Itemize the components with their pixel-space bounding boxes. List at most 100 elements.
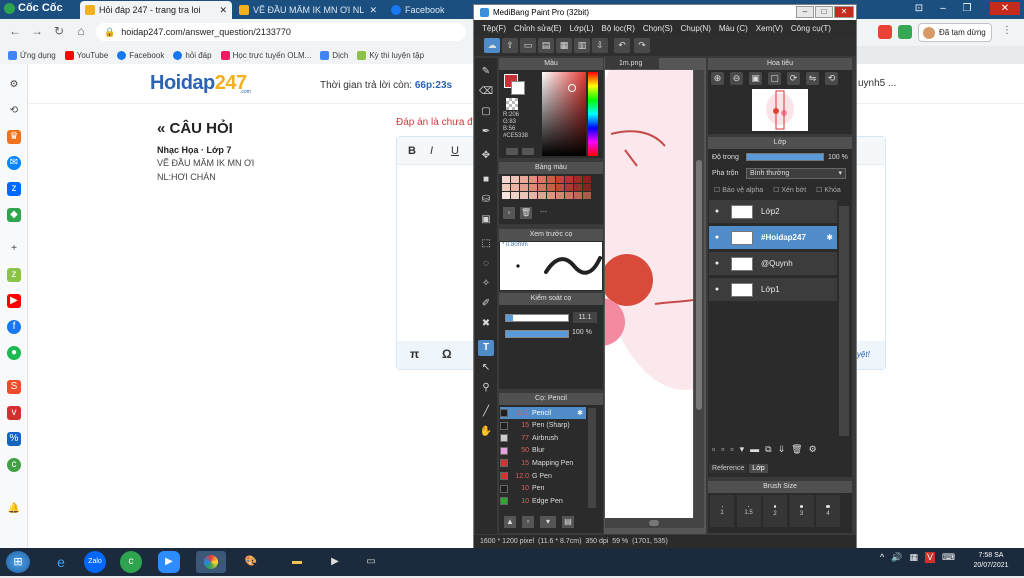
start-button[interactable]: ⊞ bbox=[6, 551, 30, 573]
canvas-horizontal-scrollbar[interactable] bbox=[605, 518, 704, 528]
palette-swatch[interactable] bbox=[583, 184, 591, 191]
delete-palette-icon[interactable]: 🗑 bbox=[520, 207, 532, 219]
brush-menu-icon[interactable]: ▾ bbox=[540, 516, 556, 528]
brush-size-preset[interactable]: 4 bbox=[816, 495, 840, 527]
eyedropper-icon[interactable]: ⚲ bbox=[478, 380, 494, 396]
url-input[interactable]: 🔒 hoidap247.com/answer_question/2133770 bbox=[96, 23, 466, 41]
canvas-vertical-scrollbar[interactable] bbox=[694, 70, 704, 518]
tab-hoidap[interactable]: Hỏi đáp 247 - trang tra loi ✕ bbox=[80, 1, 232, 19]
messenger-icon[interactable]: ✉ bbox=[7, 156, 21, 170]
music-icon[interactable]: ● bbox=[7, 346, 21, 360]
add-brush-icon[interactable]: ▫ bbox=[522, 516, 534, 528]
gear-icon[interactable]: ✱ bbox=[826, 233, 837, 242]
settings-icon[interactable]: ⚙ bbox=[7, 78, 21, 92]
gradient-tool-icon[interactable]: ▣ bbox=[478, 212, 494, 228]
new-halftone-layer-icon[interactable]: ▫ bbox=[721, 444, 724, 455]
palette-swatch[interactable] bbox=[565, 176, 573, 183]
eye-icon[interactable]: ● bbox=[709, 234, 725, 241]
palette-swatch[interactable] bbox=[511, 192, 519, 199]
delete-layer-icon[interactable]: 🗑 bbox=[791, 444, 802, 455]
lasso-tool-icon[interactable]: ◌ bbox=[478, 256, 494, 272]
promo-icon[interactable]: % bbox=[7, 432, 21, 446]
pen-tool-icon[interactable]: ✒ bbox=[478, 124, 494, 140]
media-taskbar-icon[interactable]: ▶ bbox=[320, 551, 350, 573]
coccoc-taskbar-icon[interactable]: c bbox=[120, 551, 142, 573]
chat-icon[interactable]: ▤ bbox=[538, 38, 554, 53]
brush-size-slider[interactable] bbox=[505, 314, 569, 322]
brush-item[interactable]: 11.1 Pencil ✱ bbox=[500, 407, 586, 419]
crown-icon[interactable]: ♛ bbox=[7, 130, 21, 144]
tray-expand-icon[interactable]: ^ bbox=[880, 552, 884, 563]
taskbar-clock[interactable]: 7:58 SA 20/07/2021 bbox=[962, 551, 1020, 571]
palette-swatch[interactable] bbox=[529, 192, 537, 199]
brush-item[interactable]: 12.0 G Pen bbox=[500, 470, 586, 482]
palette-swatch[interactable] bbox=[574, 192, 582, 199]
canvas-tab[interactable]: 1m.png bbox=[605, 58, 659, 69]
layer-row[interactable]: ● Lớp1 bbox=[709, 278, 837, 302]
paint-taskbar-icon[interactable]: 🎨 bbox=[236, 551, 266, 573]
palette-swatch[interactable] bbox=[538, 192, 546, 199]
eye-icon[interactable]: ● bbox=[709, 286, 725, 293]
language-icon[interactable]: ⌨ bbox=[942, 552, 955, 563]
site-logo[interactable]: Hoidap247 bbox=[150, 72, 247, 95]
palette-swatch[interactable] bbox=[511, 176, 519, 183]
page-icon[interactable]: ▦ bbox=[556, 38, 572, 53]
rotate-icon[interactable]: ⟳ bbox=[787, 72, 800, 85]
user-name-trail[interactable]: uynh5 ... bbox=[858, 78, 896, 89]
palette-swatch[interactable] bbox=[529, 184, 537, 191]
undo-icon[interactable]: ↶ bbox=[614, 38, 630, 53]
eye-icon[interactable]: ● bbox=[709, 260, 725, 267]
layer-scrollbar[interactable] bbox=[839, 206, 849, 436]
color-cursor[interactable] bbox=[568, 84, 576, 92]
more-menu-icon[interactable]: ⋮ bbox=[1000, 24, 1014, 38]
rect-tool-icon[interactable]: ▢ bbox=[478, 104, 494, 120]
brush-size-value[interactable]: 11.1 bbox=[573, 312, 597, 323]
palette-swatch[interactable] bbox=[556, 192, 564, 199]
bookmark-facebook[interactable]: Facebook bbox=[117, 50, 164, 60]
brush-item[interactable]: 77 Airbrush bbox=[500, 432, 586, 444]
brush-item[interactable]: 10 Edge Pen bbox=[500, 495, 586, 507]
notification-bell-icon[interactable]: 🔔 bbox=[7, 502, 21, 516]
protect-alpha-checkbox[interactable]: ☐ Bảo vệ alpha bbox=[714, 186, 763, 194]
forward-icon[interactable]: → bbox=[30, 24, 44, 38]
transparent-swatch[interactable] bbox=[506, 98, 518, 110]
math-omega-button[interactable]: Ω bbox=[442, 347, 452, 361]
mb-maximize-icon[interactable]: □ bbox=[815, 6, 833, 18]
palette-swatch[interactable] bbox=[520, 176, 528, 183]
layer-menu-icon[interactable]: ▾ bbox=[740, 444, 745, 455]
brush-opacity-slider[interactable] bbox=[505, 330, 569, 338]
palette-swatch[interactable] bbox=[556, 176, 564, 183]
redo-icon[interactable]: ↷ bbox=[634, 38, 650, 53]
bucket-tool-icon[interactable]: ⛁ bbox=[478, 192, 494, 208]
menu-filter[interactable]: Bộ lọc(R) bbox=[602, 24, 635, 33]
folder-icon[interactable]: ▬ bbox=[750, 444, 759, 455]
close-tab-icon[interactable]: ✕ bbox=[369, 5, 377, 16]
medibang-taskbar-icon[interactable] bbox=[196, 551, 226, 573]
text-tool-icon[interactable]: T bbox=[478, 340, 494, 356]
brush-size-preset[interactable]: 2 bbox=[763, 495, 787, 527]
palette-swatch[interactable] bbox=[574, 176, 582, 183]
explorer-taskbar-icon[interactable]: ▬ bbox=[282, 551, 312, 573]
tab-reference[interactable]: Reference bbox=[709, 464, 748, 473]
palette-swatch[interactable] bbox=[583, 176, 591, 183]
hand-tool-icon[interactable]: ✋ bbox=[478, 424, 494, 440]
palette-swatch[interactable] bbox=[547, 176, 555, 183]
app-z-icon[interactable]: z bbox=[7, 268, 21, 282]
swap-color-icon[interactable] bbox=[506, 148, 518, 155]
layer-settings-icon[interactable]: ⚙ bbox=[809, 444, 817, 455]
brush-item[interactable]: 15 Mapping Pen bbox=[500, 457, 586, 469]
fit-icon[interactable]: ▣ bbox=[749, 72, 762, 85]
clipping-checkbox[interactable]: ☐ Xén bớt bbox=[773, 186, 806, 194]
menu-edit[interactable]: Chỉnh sửa(E) bbox=[514, 24, 562, 33]
hue-slider[interactable] bbox=[588, 72, 598, 156]
cloud-icon[interactable]: ☁ bbox=[484, 38, 500, 53]
brush-up-icon[interactable]: ▲ bbox=[504, 516, 516, 528]
palette-swatch[interactable] bbox=[529, 176, 537, 183]
brush-item[interactable]: 50 Blur bbox=[500, 445, 586, 457]
underline-button[interactable]: U bbox=[451, 145, 459, 157]
shopee-icon[interactable]: S bbox=[7, 380, 21, 394]
layer-row[interactable]: ● @Quynh bbox=[709, 252, 837, 276]
brush-size-preset[interactable]: 1.5 bbox=[736, 495, 761, 527]
share-icon[interactable]: ⇪ bbox=[502, 38, 518, 53]
extension-icon[interactable] bbox=[878, 25, 892, 39]
